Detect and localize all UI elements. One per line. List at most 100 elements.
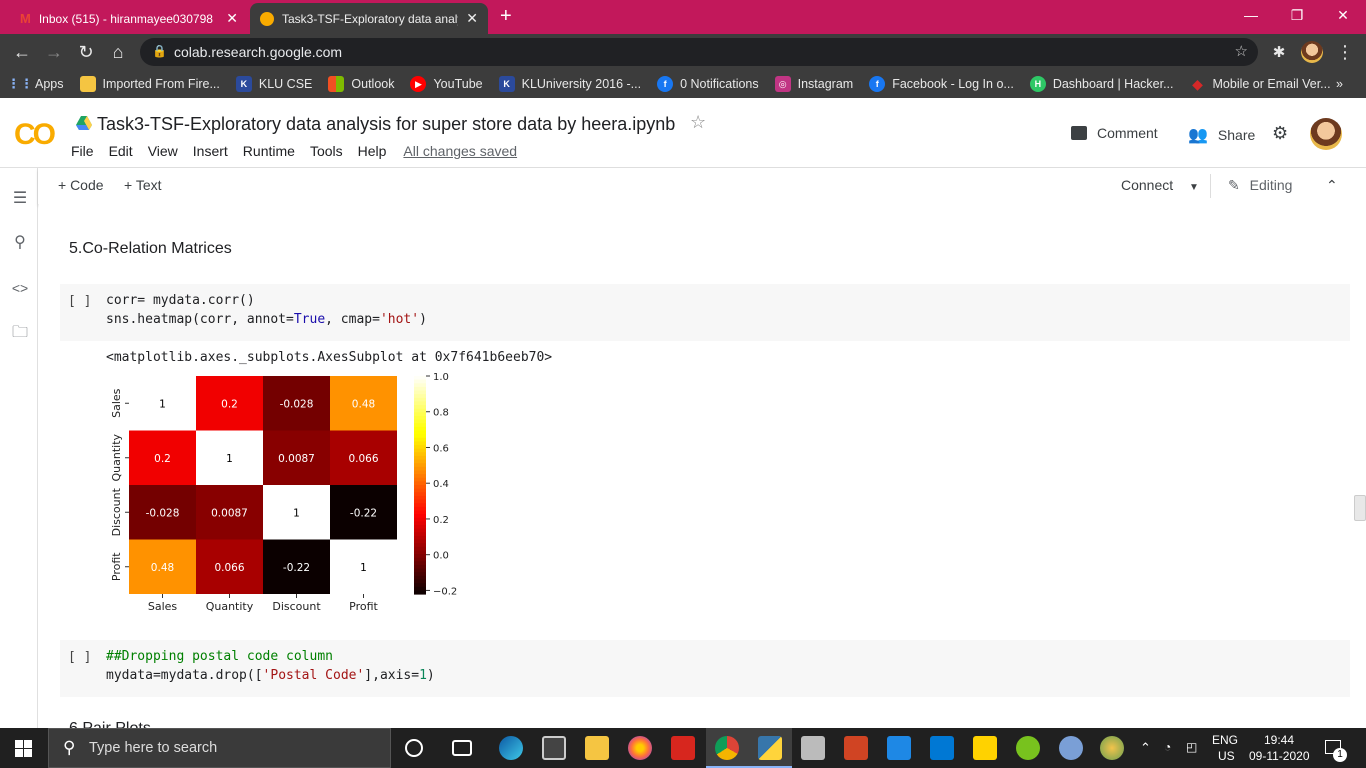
reload-icon[interactable]: ↻ xyxy=(74,40,98,64)
search-icon: ⚲ xyxy=(63,738,76,757)
connect-button[interactable]: Connect ▼ xyxy=(1121,177,1199,193)
colorbar-segment xyxy=(414,426,426,432)
minimize-icon[interactable]: — xyxy=(1228,0,1274,30)
mail-icon[interactable] xyxy=(887,736,911,760)
star-icon[interactable]: ☆ xyxy=(690,112,706,133)
menu-bar: File Edit View Insert Runtime Tools Help… xyxy=(71,143,532,159)
file-explorer-icon[interactable] xyxy=(585,736,609,760)
clock-time[interactable]: 19:44 xyxy=(1264,733,1294,747)
menu-help[interactable]: Help xyxy=(358,143,387,159)
colorbar-segment xyxy=(414,376,426,381)
code-snippets-icon[interactable]: <> xyxy=(10,278,30,298)
adobe-reader-icon[interactable] xyxy=(671,736,695,760)
address-bar[interactable]: 🔒 colab.research.google.com ☆ xyxy=(140,38,1258,66)
table-of-contents-icon[interactable]: ☰ xyxy=(10,188,30,208)
new-tab-icon[interactable]: + xyxy=(500,5,512,28)
bookmark-outlook[interactable]: Outlook xyxy=(328,76,394,92)
store-icon[interactable] xyxy=(542,736,566,760)
bookmark-apps[interactable]: ⋮⋮ Apps xyxy=(7,76,64,92)
klu-icon: K xyxy=(498,76,515,92)
drive-icon[interactable] xyxy=(76,115,92,131)
colorbar-segment xyxy=(414,572,426,577)
colorbar-segment xyxy=(414,586,426,591)
task-view-icon[interactable] xyxy=(452,740,472,756)
bookmark-notifications[interactable]: f0 Notifications xyxy=(657,76,759,92)
save-status[interactable]: All changes saved xyxy=(403,143,517,159)
python-icon[interactable] xyxy=(758,736,782,760)
language-indicator[interactable]: ENG xyxy=(1212,733,1238,747)
extensions-icon[interactable]: ✱ xyxy=(1267,40,1291,64)
profile-avatar[interactable] xyxy=(1301,41,1323,63)
bookmark-imported[interactable]: Imported From Fire... xyxy=(79,76,220,92)
back-icon[interactable]: ← xyxy=(10,40,34,64)
cortana-icon[interactable] xyxy=(405,739,423,757)
utorrent-icon[interactable] xyxy=(1016,736,1040,760)
bookmark-facebook[interactable]: f Facebook - Log In o... xyxy=(869,76,1014,92)
menu-edit[interactable]: Edit xyxy=(109,143,133,159)
tray-chevron-icon[interactable]: ⌃ xyxy=(1140,740,1151,756)
menu-kebab-icon[interactable]: ⋮ xyxy=(1333,40,1357,64)
avatar[interactable] xyxy=(1310,118,1342,150)
colorbar-segment xyxy=(414,524,426,530)
menu-tools[interactable]: Tools xyxy=(310,143,343,159)
windows-start-icon[interactable] xyxy=(15,740,32,757)
colorbar-segment xyxy=(414,466,426,472)
home-icon[interactable]: ⌂ xyxy=(106,40,130,64)
forward-icon[interactable]: → xyxy=(42,40,66,64)
y-tick-label: Sales xyxy=(110,388,123,418)
tab-gmail[interactable]: M Inbox (515) - hiranmayee030798 ✕ xyxy=(10,3,248,34)
add-code-button[interactable]: + Code xyxy=(58,177,104,193)
editing-mode-button[interactable]: ✎ Editing xyxy=(1228,177,1292,194)
sticky-notes-icon[interactable] xyxy=(973,736,997,760)
colab-logo[interactable]: CO xyxy=(14,118,56,152)
close-icon[interactable]: ✕ xyxy=(466,10,478,27)
firefox-icon[interactable] xyxy=(628,736,652,760)
colorbar-segment xyxy=(414,379,426,384)
run-cell-button[interactable]: [ ] xyxy=(68,294,91,309)
bookmark-klu-cse[interactable]: K KLU CSE xyxy=(235,76,312,92)
more-bookmarks-icon[interactable]: » xyxy=(1336,77,1343,91)
bookmark-hackerrank[interactable]: H Dashboard | Hacker... xyxy=(1029,76,1174,92)
bookmark-instagram[interactable]: ◎ Instagram xyxy=(774,76,853,92)
close-icon[interactable]: ✕ xyxy=(226,10,238,27)
colorbar-segment xyxy=(414,394,426,399)
close-window-icon[interactable]: ✕ xyxy=(1320,0,1366,30)
code-cell[interactable]: [ ] corr= mydata.corr() sns.heatmap(corr… xyxy=(60,284,1350,341)
paint-icon[interactable] xyxy=(1100,736,1124,760)
search-icon[interactable]: ⚲ xyxy=(10,232,30,252)
bookmark-star-icon[interactable]: ☆ xyxy=(1235,42,1248,60)
tab-colab[interactable]: Task3-TSF-Exploratory data analy ✕ xyxy=(250,3,488,34)
printer-icon[interactable] xyxy=(801,736,825,760)
scrollbar-thumb[interactable] xyxy=(1354,495,1366,521)
chrome-icon[interactable] xyxy=(715,736,739,760)
r-icon[interactable] xyxy=(1059,736,1083,760)
add-text-button[interactable]: + Text xyxy=(124,177,162,193)
notebook-title[interactable]: Task3-TSF-Exploratory data analysis for … xyxy=(97,114,675,135)
taskbar-search-input[interactable]: ⚲ Type here to search xyxy=(48,728,391,768)
comment-button[interactable]: Comment xyxy=(1071,125,1158,141)
files-folder-icon[interactable]: 🗀 xyxy=(10,324,30,344)
bookmark-kluniversity[interactable]: K KLUniversity 2016 -... xyxy=(498,76,641,92)
collapse-chevron-icon[interactable]: ⌃ xyxy=(1326,177,1338,194)
edge-icon[interactable] xyxy=(499,736,523,760)
code-cell[interactable]: [ ] ##Dropping postal code column mydata… xyxy=(60,640,1350,697)
menu-runtime[interactable]: Runtime xyxy=(243,143,295,159)
bookmark-youtube[interactable]: ▶ YouTube xyxy=(410,76,483,92)
settings-gear-icon[interactable]: ⚙ xyxy=(1272,123,1288,144)
wifi-icon[interactable]: ◔ xyxy=(1164,740,1171,754)
bookmark-mobile-email[interactable]: ◆ Mobile or Email Ver... xyxy=(1190,76,1331,92)
restore-icon[interactable]: ❐ xyxy=(1274,0,1320,30)
colab-header: CO Task3-TSF-Exploratory data analysis f… xyxy=(0,98,1366,168)
powerpoint-icon[interactable] xyxy=(844,736,868,760)
colab-icon xyxy=(260,11,274,26)
run-cell-button[interactable]: [ ] xyxy=(68,650,91,665)
menu-file[interactable]: File xyxy=(71,143,94,159)
clock-date[interactable]: 09-11-2020 xyxy=(1249,749,1310,763)
share-button[interactable]: 👥 Share xyxy=(1188,125,1255,145)
diamond-icon: ◆ xyxy=(1192,75,1203,92)
volume-icon[interactable]: ◰ xyxy=(1186,740,1197,754)
menu-view[interactable]: View xyxy=(148,143,178,159)
browser-tab-strip: M Inbox (515) - hiranmayee030798 ✕ Task3… xyxy=(0,0,1366,34)
outlook-icon[interactable] xyxy=(930,736,954,760)
menu-insert[interactable]: Insert xyxy=(193,143,228,159)
